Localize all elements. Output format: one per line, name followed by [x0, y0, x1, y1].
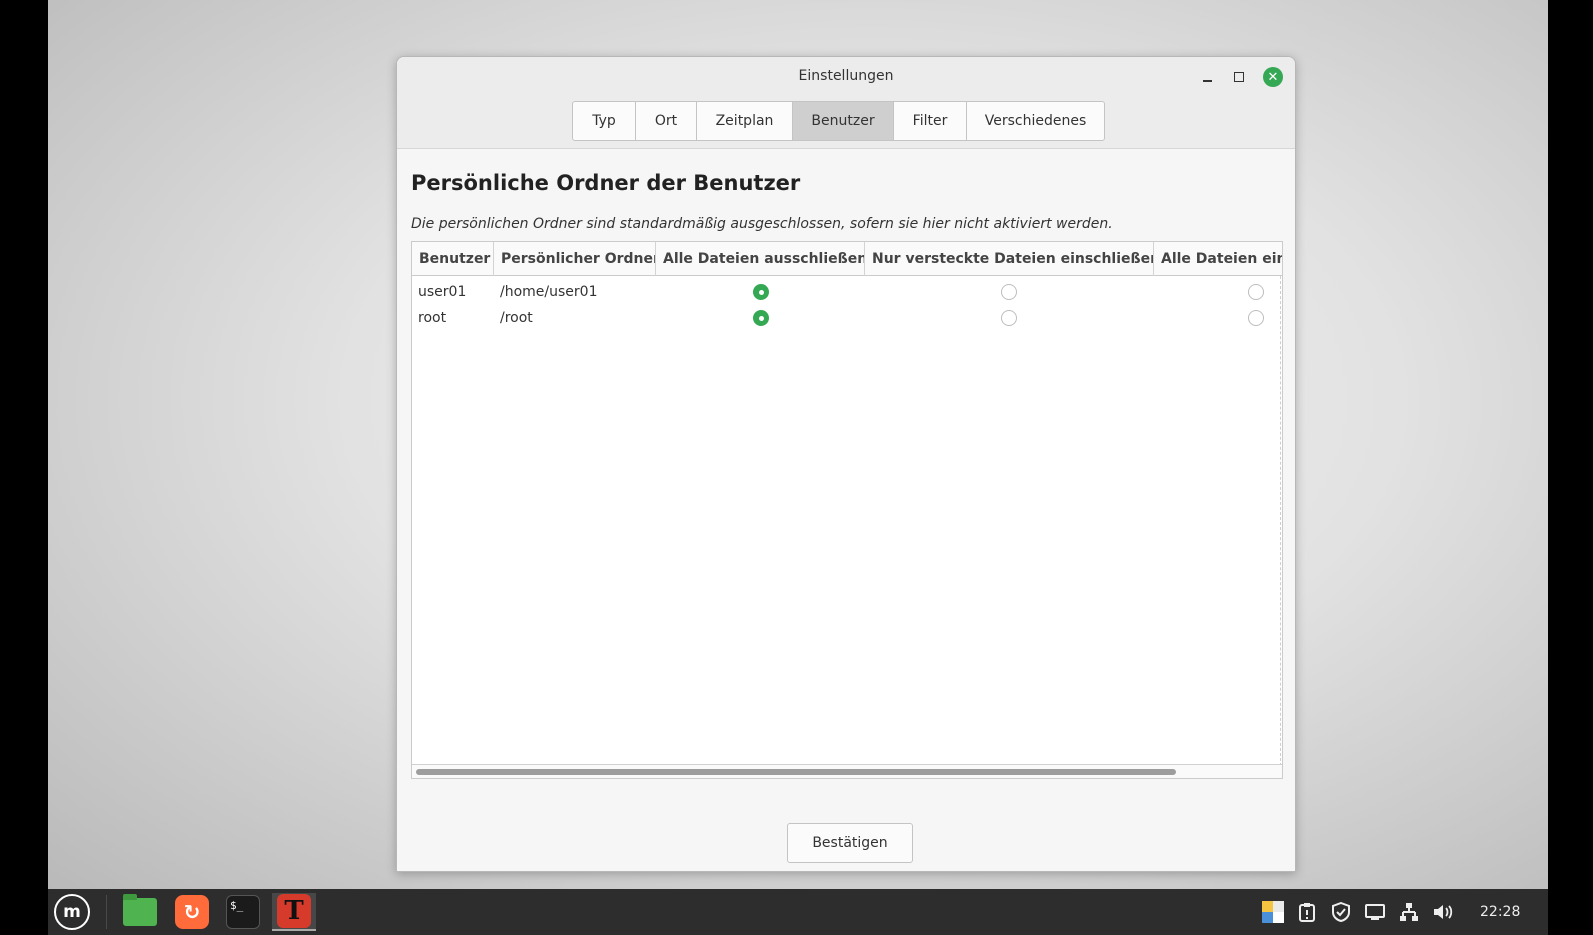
exclude-all-radio[interactable] [753, 284, 769, 300]
confirm-button-label: Bestätigen [812, 835, 888, 851]
menu-button[interactable]: m [50, 893, 94, 931]
user-cell: root [418, 310, 447, 326]
volume-icon[interactable] [1430, 889, 1456, 935]
clock[interactable]: 22:28 [1480, 889, 1520, 935]
taskbar-files[interactable] [118, 893, 162, 931]
confirm-button[interactable]: Bestätigen [787, 823, 913, 863]
table-row[interactable]: root /root [412, 305, 1282, 331]
desktop: Einstellungen ✕ Typ Ort Zeitplan Benutze… [48, 0, 1548, 889]
tab-label: Filter [912, 113, 948, 129]
tray-color-icon[interactable] [1260, 889, 1286, 935]
column-header-include-all[interactable]: Alle Dateien ein [1154, 242, 1282, 276]
table-header: Benutzer Persönlicher Ordner Alle Dateie… [412, 242, 1282, 276]
folder-cell: /root [500, 310, 533, 326]
tab-ort[interactable]: Ort [636, 102, 697, 140]
minimize-icon [1202, 80, 1212, 82]
folder-icon [123, 894, 157, 926]
terminal-icon: $_ [226, 895, 260, 929]
include-all-radio[interactable] [1248, 310, 1264, 326]
browser-icon: ↻ [175, 895, 209, 929]
taskbar-terminal[interactable]: $_ [221, 893, 265, 931]
tab-label: Ort [654, 113, 678, 129]
users-table: Benutzer Persönlicher Ordner Alle Dateie… [411, 241, 1283, 779]
titlebar[interactable]: Einstellungen ✕ Typ Ort Zeitplan Benutze… [397, 57, 1295, 149]
settings-window: Einstellungen ✕ Typ Ort Zeitplan Benutze… [396, 56, 1296, 872]
maximize-button[interactable] [1229, 67, 1249, 87]
column-edge-divider [1280, 276, 1281, 766]
shield-icon[interactable] [1328, 889, 1354, 935]
tab-benutzer[interactable]: Benutzer [793, 102, 894, 140]
column-header-folder[interactable]: Persönlicher Ordner [494, 242, 656, 276]
table-row[interactable]: user01 /home/user01 [412, 279, 1282, 305]
scrollbar-thumb[interactable] [416, 769, 1176, 775]
tab-label: Verschiedenes [984, 113, 1087, 129]
mint-logo-icon: m [54, 894, 90, 930]
column-header-include-hidden[interactable]: Nur versteckte Dateien einschließen [865, 242, 1154, 276]
screen: Einstellungen ✕ Typ Ort Zeitplan Benutze… [0, 0, 1593, 935]
taskbar: m ↻ $_ T 22:28 [48, 889, 1548, 935]
section-description: Die persönlichen Ordner sind standardmäß… [411, 216, 1113, 232]
network-icon[interactable] [1396, 889, 1422, 935]
clipboard-icon[interactable] [1294, 889, 1320, 935]
tab-typ[interactable]: Typ [573, 102, 636, 140]
tab-bar: Typ Ort Zeitplan Benutzer Filter Verschi… [572, 101, 1105, 141]
tab-label: Zeitplan [715, 113, 774, 129]
horizontal-scrollbar[interactable] [412, 764, 1282, 778]
display-icon[interactable] [1362, 889, 1388, 935]
window-title: Einstellungen [798, 68, 894, 84]
exclude-all-radio[interactable] [753, 310, 769, 326]
maximize-icon [1234, 72, 1244, 82]
taskbar-app-active[interactable]: T [272, 893, 316, 931]
close-icon: ✕ [1267, 69, 1279, 85]
taskbar-browser[interactable]: ↻ [170, 893, 214, 931]
column-header-user[interactable]: Benutzer [412, 242, 494, 276]
timeshift-icon: T [277, 894, 311, 928]
tab-label: Typ [592, 113, 616, 129]
tab-label: Benutzer [811, 113, 875, 129]
user-cell: user01 [418, 284, 467, 300]
tab-filter[interactable]: Filter [894, 102, 967, 140]
include-all-radio[interactable] [1248, 284, 1264, 300]
minimize-button[interactable] [1197, 67, 1217, 87]
column-header-exclude-all[interactable]: Alle Dateien ausschließen [656, 242, 865, 276]
folder-cell: /home/user01 [500, 284, 598, 300]
include-hidden-radio[interactable] [1001, 284, 1017, 300]
taskbar-separator [106, 895, 107, 929]
page-title: Persönliche Ordner der Benutzer [411, 171, 801, 195]
close-button[interactable]: ✕ [1263, 67, 1283, 87]
include-hidden-radio[interactable] [1001, 310, 1017, 326]
tab-zeitplan[interactable]: Zeitplan [697, 102, 793, 140]
tab-verschiedenes[interactable]: Verschiedenes [967, 102, 1104, 140]
